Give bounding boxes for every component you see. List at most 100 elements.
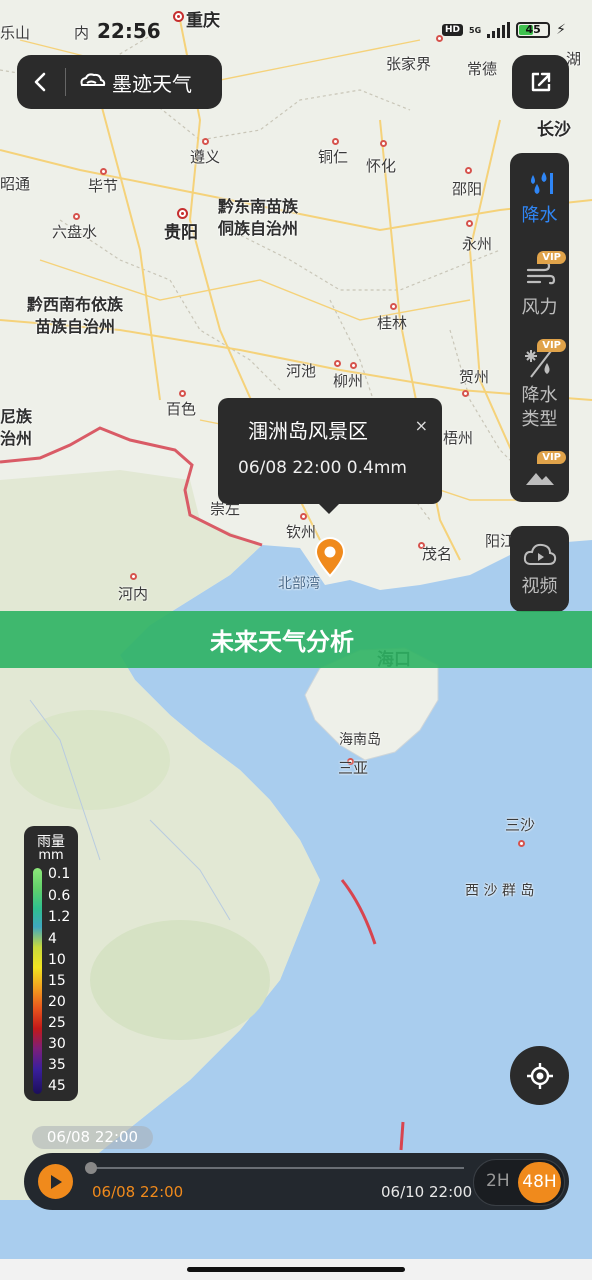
map-label: 尼族 治州 xyxy=(0,407,33,448)
timeline-knob[interactable] xyxy=(85,1162,97,1174)
analysis-banner: 未来天气分析 xyxy=(0,611,592,668)
layer-label-line1: 降水 xyxy=(521,385,558,406)
layer-terrain[interactable]: VIP xyxy=(510,451,569,493)
map-label: 黔东南苗族 侗族自治州 xyxy=(218,197,299,238)
speed-option-2h[interactable]: 2H xyxy=(486,1171,510,1191)
city-dot xyxy=(350,362,357,369)
city-dot xyxy=(465,167,472,174)
map-label: 梧州 xyxy=(443,429,474,447)
layer-wind[interactable]: VIP 风力 xyxy=(510,251,569,333)
legend-color-bar xyxy=(33,868,42,1094)
map-label: 河池 xyxy=(286,362,317,380)
map-label: 邵阳 xyxy=(452,180,483,198)
legend-tick: 20 xyxy=(48,994,66,1010)
timeline-end: 06/10 22:00 xyxy=(381,1183,473,1201)
legend-tick: 1.2 xyxy=(48,909,71,925)
chevron-left-icon xyxy=(34,72,46,92)
timeline-start: 06/08 22:00 xyxy=(92,1183,184,1201)
map-label: 河内 xyxy=(118,585,149,603)
status-bar: 22:56 HD 5G 45 ⚡ xyxy=(0,0,592,44)
legend-tick: 35 xyxy=(48,1057,66,1073)
banner-text: 未来天气分析 xyxy=(210,628,354,656)
map-label: 海南岛 xyxy=(339,732,381,748)
locate-button[interactable] xyxy=(510,1046,569,1105)
play-button[interactable] xyxy=(38,1164,73,1199)
map-label: 六盘水 xyxy=(52,223,98,241)
city-dot xyxy=(179,390,186,397)
speed-toggle[interactable]: 2H 48H xyxy=(473,1159,565,1206)
city-dot xyxy=(466,220,473,227)
crosshair-icon xyxy=(526,1062,553,1089)
map-label: 铜仁 xyxy=(318,148,349,166)
play-icon xyxy=(50,1174,62,1189)
map-label: 三沙 xyxy=(505,816,536,834)
legend-unit: mm xyxy=(38,848,64,863)
layer-label-line2: 类型 xyxy=(521,409,558,430)
rainfall-legend: 雨量 mm 0.1 0.6 1.2 4 10 15 20 25 30 35 45 xyxy=(24,826,78,1101)
video-button[interactable]: 视频 xyxy=(510,526,569,612)
map-label: 三亚 xyxy=(338,759,369,777)
battery-icon: 45 xyxy=(516,22,551,38)
popup-precip-value: 06/08 22:00 0.4mm xyxy=(238,458,407,478)
top-nav-bar: 墨迹天气 xyxy=(17,55,222,109)
city-dot xyxy=(100,168,107,175)
legend-tick: 45 xyxy=(48,1078,66,1094)
map-label: 遵义 xyxy=(190,148,221,166)
layer-label: 风力 xyxy=(521,297,558,318)
charging-icon: ⚡ xyxy=(556,22,566,38)
app-name: 墨迹天气 xyxy=(112,71,192,96)
app-brand: 墨迹天气 xyxy=(66,68,192,97)
legend-tick: 0.1 xyxy=(48,866,71,882)
city-dot xyxy=(300,513,307,520)
layer-precip-type[interactable]: VIP 降水 类型 xyxy=(510,339,569,441)
mountain-icon xyxy=(525,473,554,485)
close-icon[interactable]: × xyxy=(415,416,428,435)
map-label: 毕节 xyxy=(88,177,119,195)
map-label: 柳州 xyxy=(333,372,364,390)
legend-tick: 25 xyxy=(48,1015,66,1031)
map-label: 常德 xyxy=(467,60,498,78)
map-label: 昭通 xyxy=(0,175,31,193)
city-dot xyxy=(130,573,137,580)
map-label: 怀化 xyxy=(366,157,397,175)
map-label: 长沙 xyxy=(537,120,571,140)
map-label: 百色 xyxy=(166,400,197,418)
city-dot xyxy=(202,138,209,145)
video-label: 视频 xyxy=(521,576,558,597)
map-label: 茂名 xyxy=(422,545,453,563)
legend-tick: 30 xyxy=(48,1036,66,1052)
layer-panel: 降水 VIP 风力 VIP 降水 类型 VIP xyxy=(510,153,569,502)
current-time-bubble: 06/08 22:00 xyxy=(32,1126,153,1149)
home-indicator xyxy=(0,1259,592,1280)
legend-tick: 10 xyxy=(48,952,66,968)
map-label: 永州 xyxy=(462,235,493,253)
map-label: 黔西南布依族 苗族自治州 xyxy=(27,295,124,336)
map-label: 钦州 xyxy=(286,523,317,541)
location-pin-icon[interactable] xyxy=(313,536,347,578)
vip-badge: VIP xyxy=(537,251,566,264)
city-dot xyxy=(332,138,339,145)
city-dot xyxy=(334,360,341,367)
share-button[interactable] xyxy=(512,55,569,109)
speed-option-48h[interactable]: 48H xyxy=(518,1162,561,1203)
legend-tick: 4 xyxy=(48,931,57,947)
vip-badge: VIP xyxy=(537,451,566,464)
timeline-slider[interactable] xyxy=(85,1162,464,1174)
network-type: 5G xyxy=(469,25,482,35)
popup-title: 涠洲岛风景区 xyxy=(248,419,368,443)
app-logo-icon xyxy=(80,73,106,86)
city-dot xyxy=(380,140,387,147)
layer-precipitation[interactable]: 降水 xyxy=(510,167,569,243)
vip-badge: VIP xyxy=(537,339,566,352)
city-dot xyxy=(73,213,80,220)
timeline-bar: 06/08 22:00 06/10 22:00 2H 48H xyxy=(24,1153,569,1210)
layer-label: 降水 xyxy=(521,205,558,226)
hd-icon: HD xyxy=(442,24,464,36)
map-label: 西 沙 群 岛 xyxy=(465,883,535,899)
signal-icon xyxy=(487,22,511,38)
cloud-play-icon xyxy=(523,543,556,565)
status-indicators: HD 5G 45 ⚡ xyxy=(442,22,566,38)
map-label: 桂林 xyxy=(377,314,408,332)
back-button[interactable] xyxy=(17,55,65,109)
location-popup[interactable]: 涠洲岛风景区 × 06/08 22:00 0.4mm xyxy=(218,398,442,514)
